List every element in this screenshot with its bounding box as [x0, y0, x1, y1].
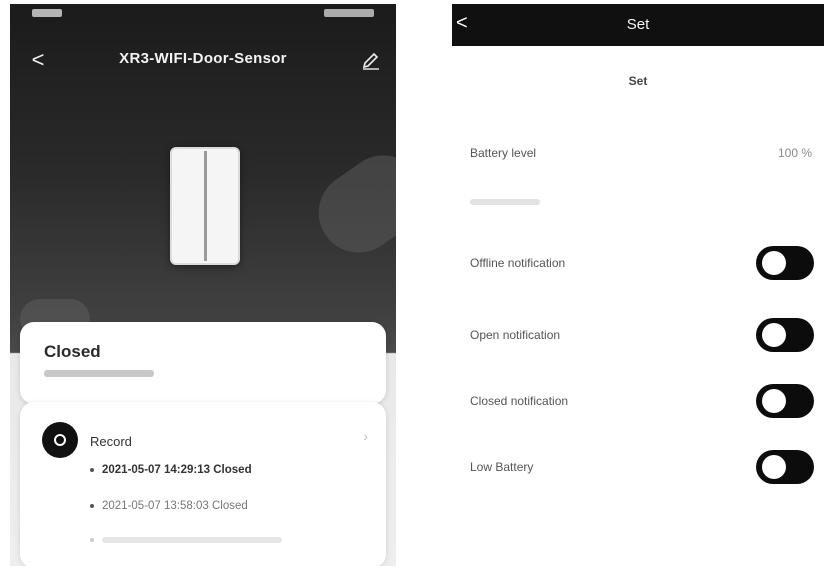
record-list-item-faded [90, 534, 282, 546]
low-battery-label: Low Battery [470, 460, 534, 474]
section-divider [470, 199, 540, 205]
toggle-knob [762, 323, 786, 347]
low-battery-toggle[interactable] [756, 450, 814, 484]
sensor-gap [204, 151, 207, 261]
settings-screen: < Set Set Battery level 100 % Offline no… [452, 4, 824, 566]
toggle-knob [762, 251, 786, 275]
status-bar-left-icons [32, 9, 62, 17]
offline-notification-toggle[interactable] [756, 246, 814, 280]
background-shape [303, 139, 396, 269]
status-bar-right-icons [324, 9, 374, 17]
closed-notification-row: Closed notification [452, 382, 824, 422]
door-sensor-image [170, 147, 240, 265]
closed-notification-toggle[interactable] [756, 384, 814, 418]
door-sensor-screen: < XR3-WIFI-Door-Sensor Closed Record › 2… [10, 4, 396, 566]
record-list-item: 2021-05-07 13:58:03 Closed [90, 500, 248, 512]
record-list-item: 2021-05-07 14:29:13 Closed [90, 464, 252, 476]
open-notification-row: Open notification [452, 316, 824, 356]
record-card[interactable]: Record › 2021-05-07 14:29:13 Closed 2021… [20, 402, 386, 566]
battery-level-label: Battery level [470, 146, 537, 160]
toggle-knob [762, 389, 786, 413]
open-notification-toggle[interactable] [756, 318, 814, 352]
back-button[interactable]: < [24, 46, 52, 74]
device-title: XR3-WIFI-Door-Sensor [119, 50, 287, 67]
settings-header-title: Set [626, 16, 650, 33]
door-status: Closed [44, 342, 101, 361]
settings-header: < Set [452, 4, 824, 46]
door-status-subtitle [44, 370, 154, 377]
edit-icon[interactable] [358, 48, 384, 74]
offline-notification-row: Offline notification [452, 244, 824, 284]
settings-page-title: Set [628, 74, 648, 88]
low-battery-row: Low Battery [452, 448, 824, 488]
chevron-right-icon[interactable]: › [363, 428, 368, 444]
record-icon [42, 422, 78, 458]
offline-notification-label: Offline notification [470, 256, 566, 270]
closed-notification-label: Closed notification [470, 394, 569, 408]
door-status-card: Closed [20, 322, 386, 404]
device-nav-bar: < XR3-WIFI-Door-Sensor [10, 44, 396, 80]
record-label: Record [90, 434, 132, 449]
battery-level-value: 100 % [777, 146, 812, 160]
toggle-knob [762, 455, 786, 479]
open-notification-label: Open notification [470, 328, 561, 342]
battery-level-row: Battery level 100 % [452, 134, 824, 174]
status-bar [10, 4, 396, 28]
